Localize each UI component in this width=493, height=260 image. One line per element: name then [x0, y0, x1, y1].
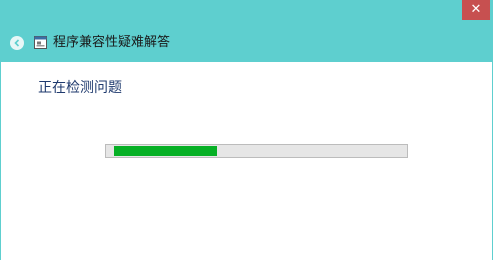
back-button[interactable]: [10, 36, 24, 50]
content-area: 正在检测问题: [1, 62, 492, 260]
status-heading: 正在检测问题: [38, 80, 122, 96]
troubleshooter-window: ✕ 程序兼容性疑难解答 正在检测问题: [0, 0, 493, 260]
window-title: 程序兼容性疑难解答: [53, 35, 171, 50]
close-icon: ✕: [470, 2, 482, 17]
progress-bar-fill: [114, 146, 217, 156]
title-bar: ✕ 程序兼容性疑难解答: [1, 0, 492, 62]
troubleshooter-app-icon: [34, 36, 47, 49]
close-button[interactable]: ✕: [462, 0, 490, 20]
back-arrow-icon: [14, 39, 20, 47]
progress-bar: [105, 144, 408, 158]
